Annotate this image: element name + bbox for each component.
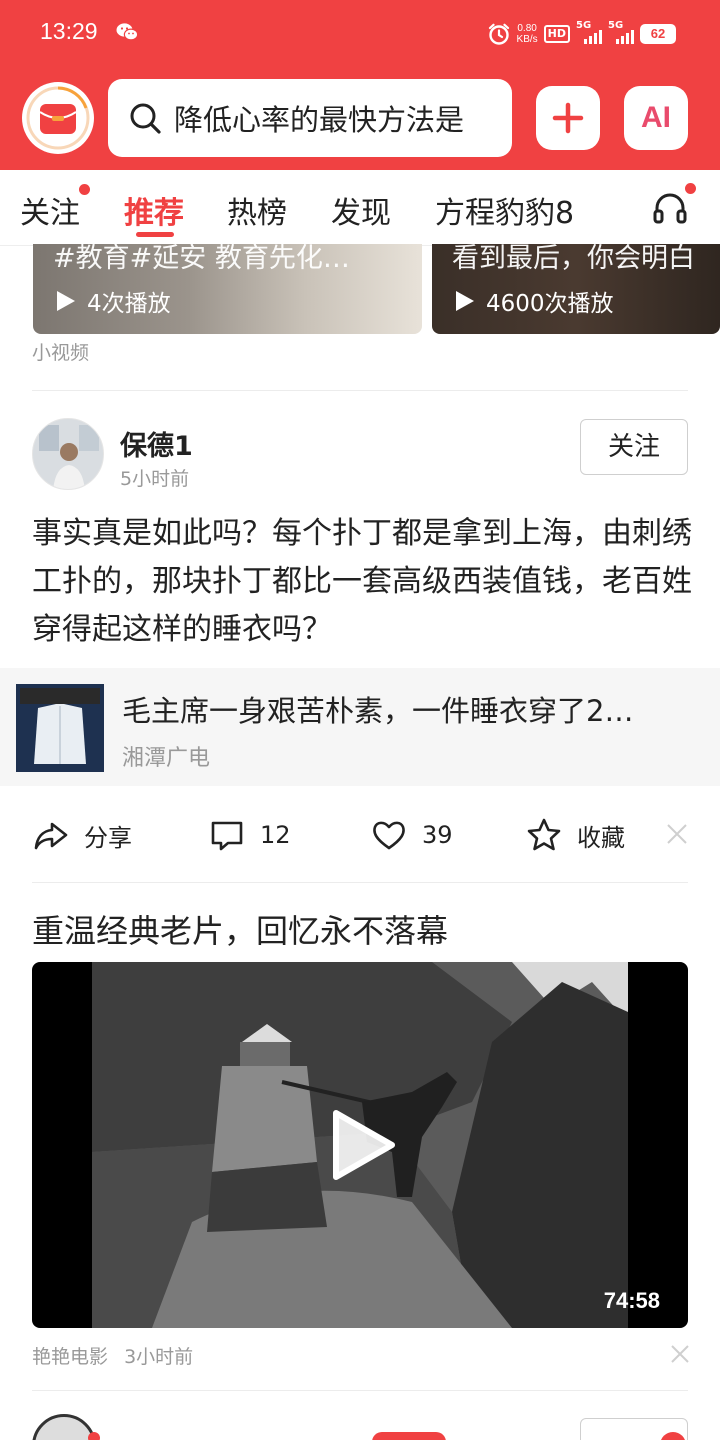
video-time: 3小时前 <box>124 1346 194 1368</box>
app-logo-button[interactable] <box>22 82 94 154</box>
video-duration: 74:58 <box>603 1288 660 1313</box>
headphone-icon[interactable] <box>652 190 688 226</box>
person-icon <box>33 419 103 489</box>
like-button[interactable]: 39 <box>370 816 453 854</box>
tab-following[interactable]: 关注 <box>20 184 90 232</box>
tab-hot-list[interactable]: 热榜 <box>227 188 287 232</box>
hd-badge: HD <box>543 25 570 43</box>
tab-discover[interactable]: 发现 <box>331 188 391 232</box>
follow-button[interactable]: 关注 <box>580 419 688 475</box>
divider <box>32 1390 688 1391</box>
battery-indicator: 62 <box>640 24 676 44</box>
close-icon[interactable] <box>670 1344 690 1364</box>
short-video-card[interactable]: 看到最后，你会明白 4600次播放 <box>432 244 720 334</box>
short-video-card[interactable]: #教育#延安 教育先化… 4次播放 <box>33 244 422 334</box>
close-icon[interactable] <box>666 823 688 845</box>
play-count: 4600次播放 <box>456 284 614 318</box>
short-video-caption: 看到最后，你会明白 <box>452 244 695 274</box>
tab-fangchengbao[interactable]: 方程豹豹8 <box>435 188 574 232</box>
favorite-button[interactable]: 收藏 <box>525 816 625 854</box>
post-time: 5小时前 <box>120 468 190 490</box>
app-logo-icon <box>26 86 90 150</box>
wechat-icon <box>116 23 138 41</box>
alarm-icon <box>488 23 509 45</box>
play-count: 4次播放 <box>57 284 171 318</box>
video-meta: 艳艳电影 3小时前 <box>32 1342 203 1369</box>
next-author-avatar[interactable] <box>32 1414 96 1440</box>
divider <box>32 882 688 883</box>
signal-strength-2: 5G <box>608 20 634 44</box>
play-icon <box>456 291 474 311</box>
quoted-article-title: 毛主席一身艰苦朴素，一件睡衣穿了2… <box>122 694 634 728</box>
plus-icon <box>552 102 584 134</box>
search-icon <box>130 103 161 134</box>
quoted-article-source: 湘潭广电 <box>122 746 211 771</box>
search-placeholder: 降低心率的最快方法是 <box>174 103 465 137</box>
short-video-caption: #教育#延安 教育先化… <box>53 244 350 274</box>
video-player[interactable]: 74:58 <box>32 962 688 1328</box>
play-icon[interactable] <box>328 1107 398 1183</box>
heart-icon <box>373 821 405 850</box>
notification-dot <box>685 183 696 194</box>
share-button[interactable]: 分享 <box>32 816 132 854</box>
active-tab-indicator <box>136 232 174 237</box>
tab-recommended[interactable]: 推荐 <box>124 188 184 232</box>
live-badge <box>372 1432 446 1440</box>
section-label: 小视频 <box>32 342 90 364</box>
app-header: 13:29 0.80 KB/s HD 5G 5G 62 降低心率的最快方法是 A… <box>0 0 720 170</box>
author-name[interactable]: 保德1 <box>120 424 193 463</box>
network-speed: 0.80 KB/s <box>516 23 538 45</box>
signal-strength-1: 5G <box>576 20 602 44</box>
search-box[interactable]: 降低心率的最快方法是 <box>108 79 512 157</box>
comment-button[interactable]: 12 <box>208 816 291 854</box>
share-icon <box>34 822 68 850</box>
play-icon <box>57 291 75 311</box>
quoted-article-card[interactable]: 毛主席一身艰苦朴素，一件睡衣穿了2… 湘潭广电 <box>0 668 720 786</box>
ai-button[interactable]: AI <box>624 86 688 150</box>
channel-tabs: 关注 推荐 热榜 发现 方程豹豹8 <box>0 170 720 246</box>
quoted-article-thumbnail <box>16 684 104 772</box>
status-bar: 13:29 0.80 KB/s HD 5G 5G 62 <box>0 0 720 66</box>
post-body[interactable]: 事实真是如此吗？每个扑丁都是拿到上海，由刺绣工扑的，那块扑丁都比一套高级西装值钱… <box>32 510 692 654</box>
comment-icon <box>211 821 243 851</box>
pajamas-photo <box>16 684 104 772</box>
star-icon <box>527 818 561 851</box>
author-avatar[interactable] <box>32 418 104 490</box>
divider <box>32 390 688 391</box>
notification-dot <box>88 1432 100 1440</box>
video-title[interactable]: 重温经典老片，回忆永不落幕 <box>32 906 448 952</box>
notification-dot <box>79 184 90 195</box>
video-source[interactable]: 艳艳电影 <box>32 1346 108 1368</box>
publish-button[interactable] <box>536 86 600 150</box>
post-action-bar: 分享 12 39 收藏 <box>0 806 720 866</box>
status-time: 13:29 <box>40 18 98 44</box>
